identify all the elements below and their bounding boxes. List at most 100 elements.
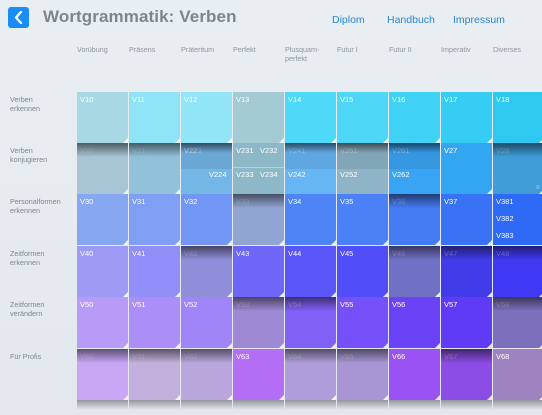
nav-link-impressum[interactable]: Impressum <box>453 14 505 26</box>
tile-shadow <box>233 400 284 410</box>
exercise-tile-v381[interactable]: V381 V382 V383 <box>493 194 542 245</box>
exercise-tile-v61[interactable]: V61 <box>129 349 180 400</box>
exercise-tile-v47[interactable]: V47 <box>441 246 492 297</box>
exercise-tile-v54[interactable]: V54 <box>285 297 336 348</box>
tile-label: V233 <box>236 170 254 179</box>
tile-label: V55 <box>340 300 354 309</box>
exercise-tile-v66[interactable]: V66 <box>389 349 440 400</box>
exercise-tile-v56[interactable]: V56 <box>389 297 440 348</box>
tile-label: V234 <box>260 170 278 179</box>
exercise-tile-v37[interactable]: V37 <box>441 194 492 245</box>
tile-label: V40 <box>80 249 94 258</box>
exercise-tile-v43[interactable]: V43 <box>233 246 284 297</box>
tile-shadow <box>389 194 440 208</box>
tile-shadow <box>233 194 284 208</box>
exercise-tile-v44[interactable]: V44 <box>285 246 336 297</box>
exercise-tile-v16[interactable]: V16 <box>389 92 440 143</box>
exercise-tile-v65[interactable]: V65 <box>337 349 388 400</box>
exercise-tile-v51[interactable]: V51 <box>129 297 180 348</box>
exercise-tile-v22[interactable]: V22V223V224 <box>181 143 232 194</box>
exercise-tile-v55[interactable]: V55 <box>337 297 388 348</box>
exercise-tile-v17[interactable]: V17 <box>441 92 492 143</box>
exercise-tile-v20[interactable]: V20 <box>77 143 128 194</box>
exercise-tile-v31[interactable]: V31 <box>129 194 180 245</box>
tile-label: V51 <box>132 300 146 309</box>
column-header: Perfekt <box>233 45 256 54</box>
exercise-tile-v50[interactable]: V50 <box>77 297 128 348</box>
drag-handle-icon[interactable]: ≡ <box>536 185 542 191</box>
tile-label: V44 <box>288 249 302 258</box>
exercise-tile-v10[interactable]: V10 <box>77 92 128 143</box>
row-header: Personalformen erkennen <box>10 197 61 215</box>
tile-label: V381 <box>496 197 514 206</box>
exercise-tile-v30[interactable]: V30 <box>77 194 128 245</box>
tile-shadow <box>129 400 180 410</box>
tile-shadow <box>285 297 336 311</box>
exercise-tile-v27[interactable]: V27 <box>441 143 492 194</box>
exercise-tile-v57[interactable]: V57 <box>441 297 492 348</box>
tile-label: V66 <box>392 352 406 361</box>
exercise-tile-v40[interactable]: V40 <box>77 246 128 297</box>
column-header: Futur I <box>337 45 358 54</box>
exercise-tile-v58[interactable]: V58 <box>493 297 542 348</box>
back-button[interactable] <box>8 7 29 28</box>
tile-divider <box>233 167 284 168</box>
tile-shadow <box>441 400 492 410</box>
exercise-tile-v13[interactable]: V13 <box>233 92 284 143</box>
tile-shadow <box>441 246 492 260</box>
nav-link-handbuch[interactable]: Handbuch <box>387 14 435 26</box>
exercise-tile-v231[interactable]: V231 V232 V233 V234 <box>233 143 284 194</box>
exercise-tile-v21[interactable]: V21 <box>129 143 180 194</box>
exercise-tile-v52[interactable]: V52 <box>181 297 232 348</box>
exercise-tile-v67[interactable]: V67 <box>441 349 492 400</box>
tile-shadow <box>181 400 232 410</box>
exercise-tile-v45[interactable]: V45 <box>337 246 388 297</box>
exercise-tile-v11[interactable]: V11 <box>129 92 180 143</box>
tile-shadow <box>389 400 440 410</box>
exercise-tile-v12[interactable]: V12 <box>181 92 232 143</box>
tile-label: V10 <box>80 95 94 104</box>
exercise-tile-v32[interactable]: V32 <box>181 194 232 245</box>
tile-shadow <box>337 143 388 153</box>
exercise-tile-v48[interactable]: V48 <box>493 246 542 297</box>
tile-label: V45 <box>340 249 354 258</box>
tile-label: V17 <box>444 95 458 104</box>
exercise-tile-v62[interactable]: V62 <box>181 349 232 400</box>
tile-label: V14 <box>288 95 302 104</box>
exercise-tile-v35[interactable]: V35 <box>337 194 388 245</box>
exercise-tile-v28[interactable]: V28 <box>493 143 542 194</box>
tile-label: V16 <box>392 95 406 104</box>
nav-link-diplom[interactable]: Diplom <box>332 14 365 26</box>
exercise-tile-v261[interactable]: V261V262 <box>389 143 440 194</box>
exercise-tile-v42[interactable]: V42 <box>181 246 232 297</box>
tile-label: V382 <box>496 214 514 223</box>
tile-shadow <box>389 246 440 260</box>
tile-label: V35 <box>340 197 354 206</box>
exercise-tile-v36[interactable]: V36 <box>389 194 440 245</box>
exercise-tile-v41[interactable]: V41 <box>129 246 180 297</box>
exercise-tile-v241[interactable]: V241V242 <box>285 143 336 194</box>
exercise-tile-v68[interactable]: V68 <box>493 349 542 400</box>
row-header: Verben konjugieren <box>10 146 48 164</box>
app-window: Wortgrammatik: Verben Diplom Handbuch Im… <box>0 0 542 415</box>
exercise-tile-v46[interactable]: V46 <box>389 246 440 297</box>
exercise-tile-v15[interactable]: V15 <box>337 92 388 143</box>
tile-shadow <box>389 143 440 153</box>
tile-shadow <box>493 297 542 311</box>
exercise-tile-v60[interactable]: V60 <box>77 349 128 400</box>
tile-shadow <box>129 349 180 363</box>
row-header: Für Profis <box>10 352 42 361</box>
tile-shadow <box>285 400 336 410</box>
tile-label: V30 <box>80 197 94 206</box>
exercise-tile-v64[interactable]: V64 <box>285 349 336 400</box>
exercise-tile-v63[interactable]: V63 <box>233 349 284 400</box>
exercise-tile-v251[interactable]: V251V252 <box>337 143 388 194</box>
exercise-tile-v18[interactable]: V18 <box>493 92 542 143</box>
column-header: Futur II <box>389 45 412 54</box>
exercise-tile-v14[interactable]: V14 <box>285 92 336 143</box>
exercise-tile-v34[interactable]: V34 <box>285 194 336 245</box>
exercise-tile-v53[interactable]: V53 <box>233 297 284 348</box>
tile-shadow <box>77 349 128 363</box>
exercise-tile-v33[interactable]: V33 <box>233 194 284 245</box>
tile-shadow <box>493 143 542 157</box>
